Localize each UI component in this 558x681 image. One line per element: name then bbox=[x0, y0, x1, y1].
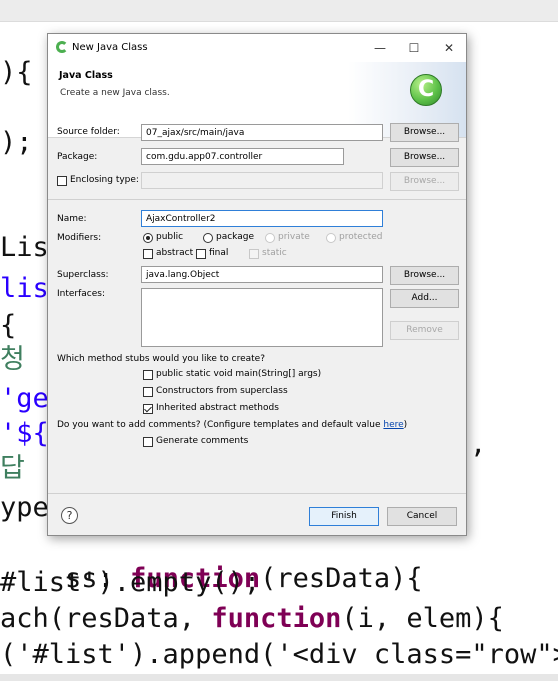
comments-question-text: Do you want to add comments? (Configure … bbox=[57, 420, 384, 430]
minimize-button[interactable]: — bbox=[366, 38, 394, 58]
generate-comments-checkbox[interactable] bbox=[143, 437, 153, 447]
modifiers-label: Modifiers: bbox=[57, 233, 102, 243]
superclass-browse-button[interactable]: Browse... bbox=[390, 266, 459, 285]
abstract-label: abstract bbox=[156, 248, 194, 258]
code-keyword: function bbox=[211, 603, 342, 634]
static-checkbox[interactable] bbox=[249, 249, 259, 259]
public-label: public bbox=[156, 232, 184, 242]
code-line: #list').empty(); bbox=[0, 567, 261, 598]
package-field[interactable]: com.gdu.app07.controller bbox=[141, 148, 344, 165]
main-method-checkbox[interactable] bbox=[143, 370, 153, 380]
code-line: ('#list').append('<div class="row">< bbox=[0, 639, 558, 670]
final-label: final bbox=[209, 248, 229, 258]
code-line: 'ge bbox=[0, 383, 49, 414]
generate-comments-label: Generate comments bbox=[156, 436, 249, 446]
separator bbox=[48, 493, 466, 494]
private-label: private bbox=[278, 232, 310, 242]
final-checkbox[interactable] bbox=[196, 249, 206, 259]
new-java-class-dialog: New Java Class — ☐ ✕ Java Class Create a… bbox=[47, 33, 467, 536]
eclipse-icon bbox=[56, 41, 68, 53]
main-method-label: public static void main(String[] args) bbox=[156, 369, 322, 379]
source-folder-label: Source folder: bbox=[57, 127, 120, 137]
static-label: static bbox=[262, 248, 287, 258]
inherited-methods-label: Inherited abstract methods bbox=[156, 403, 279, 413]
code-line: ){ bbox=[0, 57, 33, 88]
method-stubs-question: Which method stubs would you like to cre… bbox=[57, 354, 265, 364]
source-folder-browse-button[interactable]: Browse... bbox=[390, 123, 459, 142]
code-line: , bbox=[470, 429, 487, 460]
finish-button[interactable]: Finish bbox=[309, 507, 379, 526]
enclosing-type-browse-button[interactable]: Browse... bbox=[390, 172, 459, 191]
package-radio-label: package bbox=[216, 232, 254, 242]
superclass-label: Superclass: bbox=[57, 270, 109, 280]
enclosing-type-field[interactable] bbox=[141, 172, 383, 189]
cancel-button[interactable]: Cancel bbox=[387, 507, 457, 526]
maximize-button[interactable]: ☐ bbox=[400, 38, 428, 58]
package-browse-button[interactable]: Browse... bbox=[390, 148, 459, 167]
banner-subtitle: Create a new Java class. bbox=[60, 88, 170, 98]
code-line: ype bbox=[0, 492, 49, 523]
code-text: ach(resData, bbox=[0, 603, 212, 634]
package-radio[interactable] bbox=[203, 233, 213, 243]
source-folder-field[interactable]: 07_ajax/src/main/java bbox=[141, 124, 383, 141]
help-icon[interactable]: ? bbox=[61, 507, 78, 524]
code-line: ); bbox=[0, 127, 33, 158]
superclass-field[interactable]: java.lang.Object bbox=[141, 266, 383, 283]
dialog-title: New Java Class bbox=[72, 42, 148, 53]
configure-templates-link[interactable]: here bbox=[383, 420, 403, 430]
java-class-wizard-icon: C bbox=[410, 74, 442, 106]
close-button[interactable]: ✕ bbox=[435, 38, 463, 58]
inherited-methods-checkbox[interactable] bbox=[143, 404, 153, 414]
enclosing-type-checkbox[interactable] bbox=[57, 176, 67, 186]
class-name-field[interactable]: AjaxController2 bbox=[141, 210, 383, 227]
protected-label: protected bbox=[339, 232, 383, 242]
comments-question-end: ) bbox=[403, 420, 408, 430]
private-radio[interactable] bbox=[265, 233, 275, 243]
code-text: (i, elem){ bbox=[341, 603, 504, 634]
name-label: Name: bbox=[57, 214, 87, 224]
code-line: 답 bbox=[0, 453, 25, 484]
interfaces-list[interactable] bbox=[141, 288, 383, 347]
code-text: (resData){ bbox=[260, 563, 423, 594]
editor-scrollbar[interactable] bbox=[0, 674, 558, 681]
protected-radio[interactable] bbox=[326, 233, 336, 243]
editor-top-bar bbox=[0, 0, 558, 22]
code-line: ach(resData, function(i, elem){ bbox=[0, 604, 504, 634]
remove-interface-button[interactable]: Remove bbox=[390, 321, 459, 340]
constructors-checkbox[interactable] bbox=[143, 387, 153, 397]
code-line: 청 bbox=[0, 344, 25, 375]
separator bbox=[48, 199, 466, 200]
public-radio[interactable] bbox=[143, 233, 153, 243]
constructors-label: Constructors from superclass bbox=[156, 386, 288, 396]
add-interface-button[interactable]: Add... bbox=[390, 289, 459, 308]
package-label: Package: bbox=[57, 152, 98, 162]
abstract-checkbox[interactable] bbox=[143, 249, 153, 259]
banner-title: Java Class bbox=[59, 70, 113, 81]
enclosing-type-label: Enclosing type: bbox=[70, 175, 139, 185]
interfaces-label: Interfaces: bbox=[57, 289, 106, 299]
dialog-title-bar[interactable]: New Java Class — ☐ ✕ bbox=[48, 34, 466, 62]
comments-question: Do you want to add comments? (Configure … bbox=[57, 420, 407, 430]
code-line: { bbox=[0, 310, 17, 341]
